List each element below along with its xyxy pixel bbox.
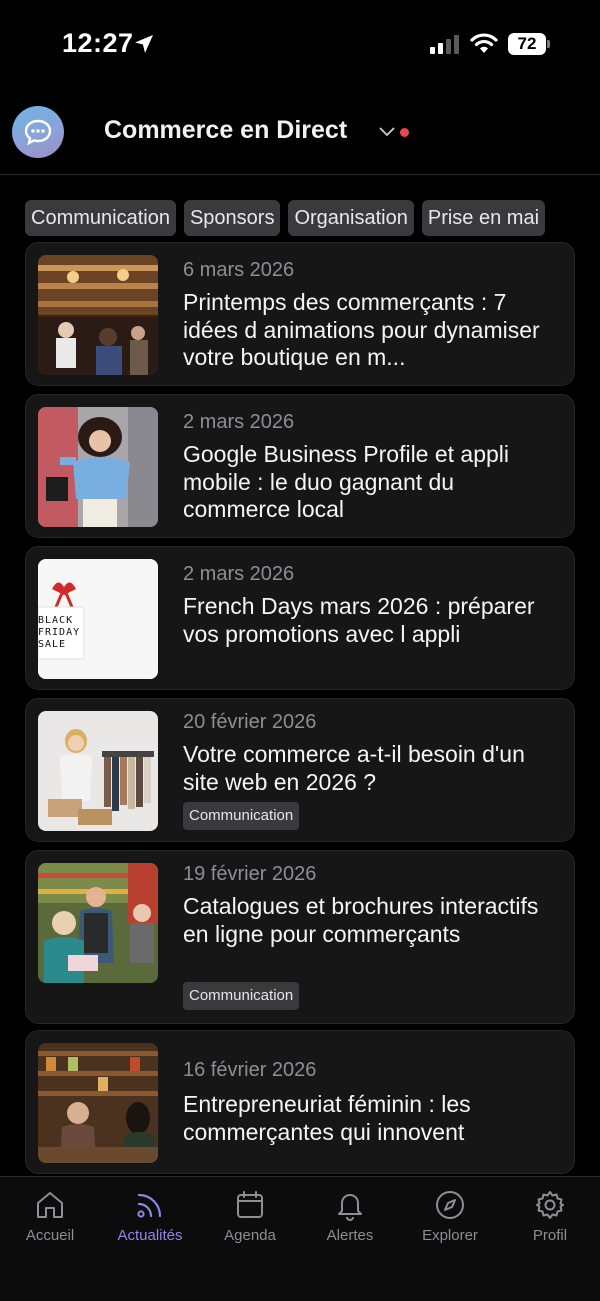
article-card[interactable]: 20 février 2026 Votre commerce a-t-il be… bbox=[25, 698, 575, 842]
article-card[interactable]: 2 mars 2026 Google Business Profile et a… bbox=[25, 394, 575, 538]
tab-agenda[interactable]: Agenda bbox=[200, 1189, 300, 1259]
bell-icon bbox=[338, 1194, 362, 1221]
tab-profil[interactable]: Profil bbox=[500, 1189, 600, 1259]
wifi-icon bbox=[470, 33, 498, 53]
article-date: 16 février 2026 bbox=[183, 1059, 317, 1081]
tab-label: Accueil bbox=[25, 1227, 75, 1244]
article-card[interactable]: 16 février 2026 Entrepreneuriat féminin … bbox=[25, 1030, 575, 1174]
app-header: Commerce en Direct bbox=[0, 100, 600, 175]
article-card[interactable]: 6 mars 2026 Printemps des commerçants : … bbox=[25, 242, 575, 386]
article-date: 19 février 2026 bbox=[183, 863, 317, 885]
app-logo[interactable] bbox=[12, 106, 64, 158]
article-title: French Days mars 2026 : préparer vos pro… bbox=[183, 593, 535, 647]
tab-accueil[interactable]: Accueil bbox=[0, 1189, 100, 1259]
gear-icon bbox=[536, 1191, 564, 1219]
tab-actualites[interactable]: Actualités bbox=[100, 1189, 200, 1259]
battery-tip bbox=[547, 40, 550, 48]
tab-label: Alertes bbox=[326, 1227, 374, 1244]
category-filter-bar[interactable]: Communication Sponsors Organisation Prise e… bbox=[25, 200, 600, 238]
status-bar: 12:27 72 bbox=[0, 0, 600, 90]
article-title: Entrepreneuriat féminin : les commerçant… bbox=[183, 1091, 471, 1145]
tab-explorer[interactable]: Explorer bbox=[400, 1189, 500, 1259]
article-thumbnail: BLACK FRIDAY SALE bbox=[38, 559, 158, 679]
article-title: Printemps des commerçants : 7 idées d an… bbox=[183, 289, 540, 370]
tab-alertes[interactable]: Alertes bbox=[300, 1189, 400, 1259]
screen: 12:27 72 Commerce en Direct Communicatio… bbox=[0, 0, 600, 1301]
article-date: 6 mars 2026 bbox=[183, 259, 295, 281]
article-date: 20 février 2026 bbox=[183, 711, 317, 733]
calendar-icon bbox=[237, 1191, 263, 1218]
article-card[interactable]: BLACK FRIDAY SALE 2 mars 2026 French Day… bbox=[25, 546, 575, 690]
chat-bubble-icon bbox=[24, 119, 52, 145]
filter-chip-organisation[interactable]: Organisation bbox=[288, 200, 414, 236]
location-arrow-icon bbox=[135, 35, 153, 53]
article-date: 2 mars 2026 bbox=[183, 563, 295, 585]
home-icon bbox=[37, 1192, 63, 1218]
filter-chip-sponsors[interactable]: Sponsors bbox=[183, 200, 281, 236]
bottom-tab-bar: Accueil Actualités Agenda Alertes Explor… bbox=[0, 1176, 600, 1301]
article-thumbnail bbox=[38, 711, 158, 831]
article-date: 2 mars 2026 bbox=[183, 411, 295, 433]
article-title: Votre commerce a-t-il besoin d'un site w… bbox=[183, 741, 525, 795]
article-title: Catalogues et brochures interactifs en l… bbox=[183, 893, 539, 947]
status-time: 12:27 bbox=[62, 28, 134, 58]
black-friday-sign: BLACK FRIDAY SALE bbox=[38, 615, 81, 650]
article-thumbnail bbox=[38, 255, 158, 375]
rss-icon bbox=[137, 1193, 162, 1218]
article-tag: Communication bbox=[183, 982, 300, 1010]
tab-label: Actualités bbox=[117, 1227, 183, 1244]
tab-label: Explorer bbox=[422, 1227, 478, 1244]
tab-label: Agenda bbox=[224, 1227, 276, 1244]
article-thumbnail bbox=[38, 407, 158, 527]
article-card[interactable]: 19 février 2026 Catalogues et brochures … bbox=[25, 850, 575, 1024]
compass-icon bbox=[436, 1191, 464, 1219]
chevron-down-icon[interactable] bbox=[378, 126, 396, 138]
tab-label: Profil bbox=[532, 1227, 568, 1244]
filter-chip-prise-en-main[interactable]: Prise en mai bbox=[421, 200, 546, 236]
notification-dot bbox=[400, 128, 409, 137]
article-thumbnail bbox=[38, 1043, 158, 1163]
signal-icon bbox=[430, 35, 459, 54]
article-title: Google Business Profile et appli mobile … bbox=[183, 441, 510, 522]
community-title[interactable]: Commerce en Direct bbox=[104, 116, 347, 145]
filter-chip-communication[interactable]: Communication bbox=[25, 200, 176, 236]
battery-icon: 72 bbox=[508, 33, 546, 55]
article-thumbnail bbox=[38, 863, 158, 983]
article-tag: Communication bbox=[183, 802, 300, 830]
